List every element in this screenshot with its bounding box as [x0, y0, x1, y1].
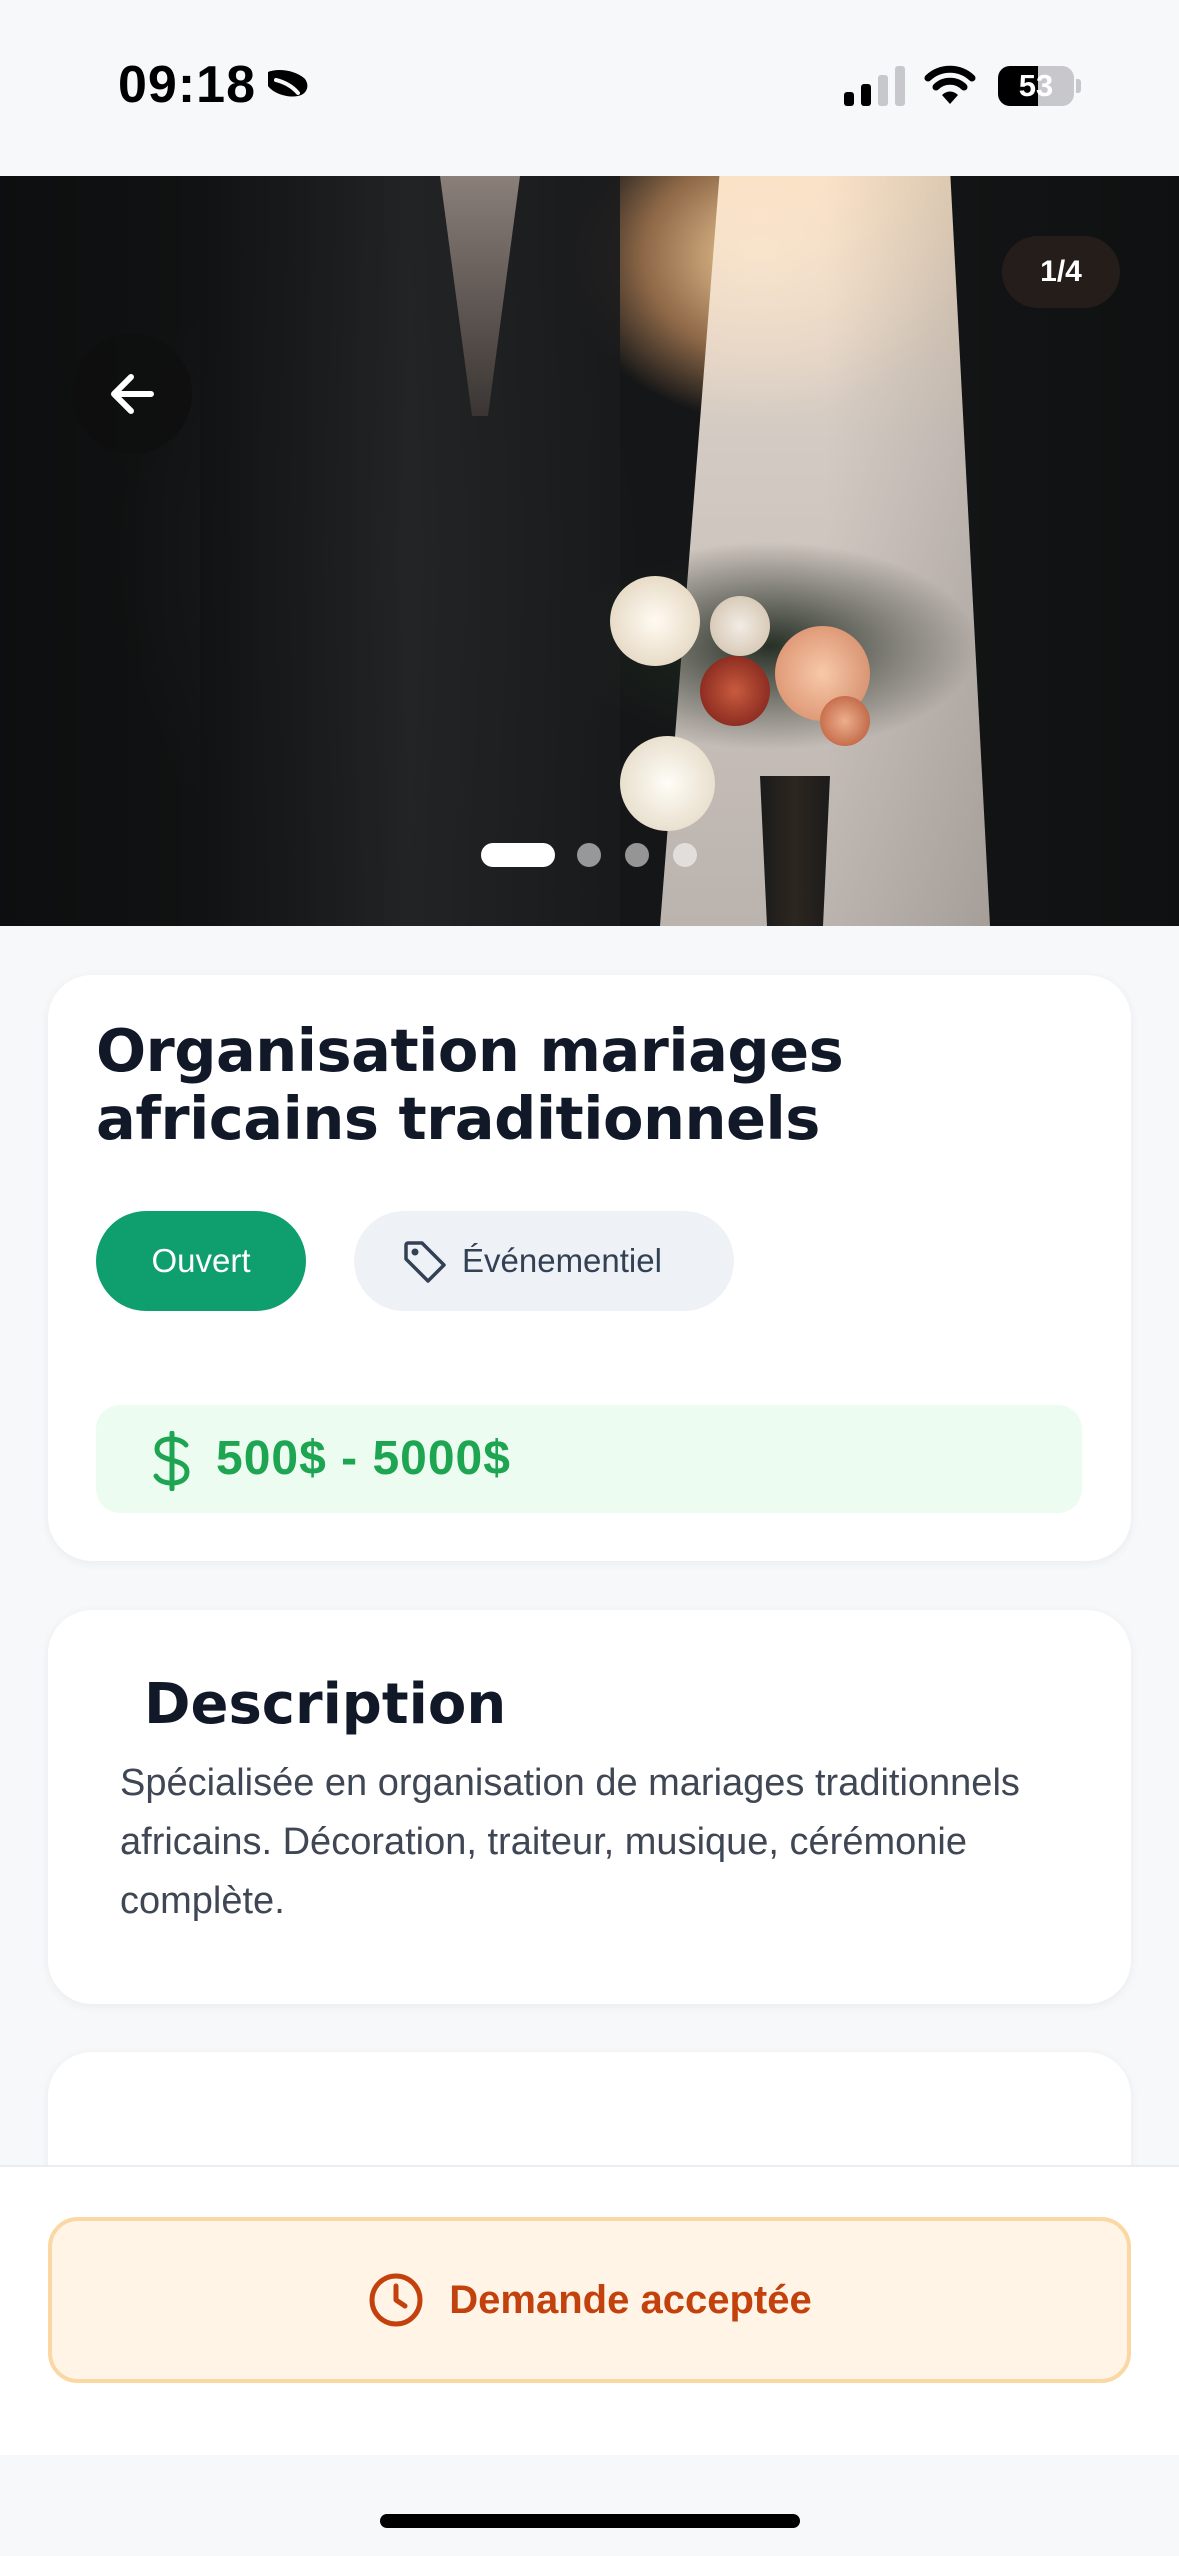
status-badge: Ouvert — [96, 1211, 306, 1311]
wifi-icon — [924, 65, 976, 104]
tag-icon — [404, 1241, 446, 1283]
battery-percentage: 53 — [1018, 68, 1054, 103]
gallery-dot-1[interactable] — [481, 843, 555, 867]
focus-moon-icon — [268, 70, 308, 97]
listing-photo-gallery[interactable] — [0, 176, 1179, 926]
home-indicator[interactable] — [380, 2514, 800, 2528]
cellular-signal-icon — [844, 66, 905, 106]
request-accepted-button[interactable]: Demande acceptée — [48, 2217, 1131, 2383]
price-range-box: 500$ - 5000$ — [96, 1405, 1082, 1513]
price-range: 500$ - 5000$ — [216, 1432, 511, 1485]
description-heading: Description — [144, 1672, 507, 1737]
gallery-dot-4[interactable] — [673, 843, 697, 867]
status-time: 09:18 — [118, 56, 256, 114]
battery-icon: 53 — [998, 66, 1081, 106]
category-badge: Événementiel — [354, 1211, 734, 1311]
gallery-pagination — [0, 843, 1179, 867]
dollar-icon — [153, 1431, 190, 1491]
listing-title: Organisation mariages africains traditio… — [96, 1016, 844, 1153]
clock-icon — [369, 2273, 423, 2327]
listing-info-card: Organisation mariages africains traditio… — [48, 975, 1131, 1561]
arrow-left-icon — [111, 374, 154, 414]
gallery-dot-2[interactable] — [577, 843, 601, 867]
gallery-dot-3[interactable] — [625, 843, 649, 867]
app-screen: 09:18 53 1/4 Organisation mariages afric… — [0, 0, 1179, 2556]
status-bar: 09:18 53 — [0, 0, 1179, 176]
description-text: Spécialisée en organisation de mariages … — [120, 1762, 1020, 1922]
description-card: Description Spécialisée en organisation … — [48, 1610, 1131, 2004]
request-accepted-label: Demande acceptée — [449, 2277, 812, 2322]
back-button[interactable] — [72, 334, 192, 454]
gallery-counter: 1/4 — [1002, 236, 1120, 308]
bottom-action-bar: Demande acceptée — [0, 2165, 1179, 2455]
category-label: Événementiel — [462, 1242, 662, 1279]
